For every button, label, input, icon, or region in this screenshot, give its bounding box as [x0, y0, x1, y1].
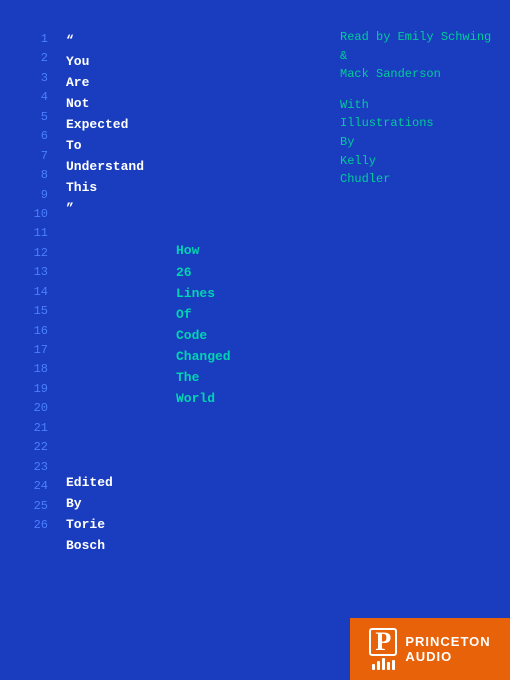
book-cover: 1234567891011121314151617181920212223242…	[0, 0, 510, 680]
code-line: Changed	[66, 346, 490, 367]
line-number: 15	[20, 302, 48, 321]
code-line	[66, 409, 490, 430]
read-by-section: Read by Emily Schwing & Mack Sanderson	[340, 28, 500, 84]
code-line: Lines	[66, 283, 490, 304]
code-line-text: Are	[66, 75, 89, 90]
bar2	[377, 661, 380, 670]
line-number: 25	[20, 497, 48, 516]
line-number: 16	[20, 322, 48, 341]
code-line-text: Understand	[66, 159, 144, 174]
code-line: Code	[66, 325, 490, 346]
code-line-text: This	[66, 180, 97, 195]
code-line	[66, 556, 490, 577]
code-line	[66, 430, 490, 451]
line-number: 11	[20, 224, 48, 243]
code-line-text: Code	[66, 328, 207, 343]
line-number: 23	[20, 458, 48, 477]
code-line-text: ”	[66, 201, 74, 216]
bar1	[372, 664, 375, 670]
line-number: 9	[20, 186, 48, 205]
code-line-text: Bosch	[66, 538, 105, 553]
right-info: Read by Emily Schwing & Mack Sanderson W…	[340, 28, 500, 201]
princeton-text: PRINCETON AUDIO	[405, 634, 490, 664]
read-by-label2: Mack Sanderson	[340, 67, 441, 81]
code-line: By	[66, 493, 490, 514]
line-number: 19	[20, 380, 48, 399]
code-line-text: By	[66, 496, 82, 511]
code-line-text: Torie	[66, 517, 105, 532]
line-number: 12	[20, 244, 48, 263]
line-number: 10	[20, 205, 48, 224]
line-number: 21	[20, 419, 48, 438]
illustrations-section: With Illustrations By Kelly Chudler	[340, 96, 500, 189]
bar5	[392, 660, 395, 670]
code-line-text: Changed	[66, 349, 231, 364]
illustrations-label: Illustrations	[340, 116, 434, 130]
princeton-audio-badge: P PRINCETON AUDIO	[350, 618, 510, 680]
code-line-text: World	[66, 391, 215, 406]
code-line-text: Not	[66, 96, 89, 111]
code-line-text: The	[66, 370, 199, 385]
princeton-label: PRINCETON	[405, 634, 490, 649]
code-line: The	[66, 367, 490, 388]
read-by-label: Read by Emily Schwing &	[340, 30, 491, 63]
line-number: 2	[20, 49, 48, 68]
line-number: 14	[20, 283, 48, 302]
code-line: Bosch	[66, 535, 490, 556]
code-line: How	[66, 240, 490, 261]
kelly-label: Kelly	[340, 154, 376, 168]
code-line-text: To	[66, 138, 82, 153]
code-line: Edited	[66, 472, 490, 493]
bar4	[387, 662, 390, 670]
code-line-text: Of	[66, 307, 192, 322]
line-number: 13	[20, 263, 48, 282]
line-number: 17	[20, 341, 48, 360]
code-line-text: Edited	[66, 475, 113, 490]
chudler-label: Chudler	[340, 172, 390, 186]
code-line: Of	[66, 304, 490, 325]
code-line: 26	[66, 262, 490, 283]
line-numbers: 1234567891011121314151617181920212223242…	[20, 30, 48, 660]
code-line-text: Lines	[66, 286, 215, 301]
line-number: 24	[20, 477, 48, 496]
line-number: 3	[20, 69, 48, 88]
line-number: 7	[20, 147, 48, 166]
code-line-text: “	[66, 33, 74, 48]
code-line: ”	[66, 198, 490, 219]
line-number: 18	[20, 360, 48, 379]
bar3	[382, 658, 385, 670]
princeton-logo: P	[369, 628, 397, 670]
logo-p-letter: P	[369, 628, 397, 656]
logo-bars	[372, 658, 395, 670]
code-line	[66, 219, 490, 240]
code-line	[66, 451, 490, 472]
line-number: 4	[20, 88, 48, 107]
code-line-text: 26	[66, 265, 192, 280]
line-number: 20	[20, 399, 48, 418]
line-number: 5	[20, 108, 48, 127]
by-label: By	[340, 135, 354, 149]
with-label: With	[340, 98, 369, 112]
code-line-text: How	[66, 243, 199, 258]
code-line-text: You	[66, 54, 89, 69]
code-line-text: Expected	[66, 117, 128, 132]
line-number: 26	[20, 516, 48, 535]
line-number: 1	[20, 30, 48, 49]
audio-label: AUDIO	[405, 649, 490, 664]
code-line: Torie	[66, 514, 490, 535]
line-number: 6	[20, 127, 48, 146]
line-number: 22	[20, 438, 48, 457]
line-number: 8	[20, 166, 48, 185]
code-line: World	[66, 388, 490, 409]
